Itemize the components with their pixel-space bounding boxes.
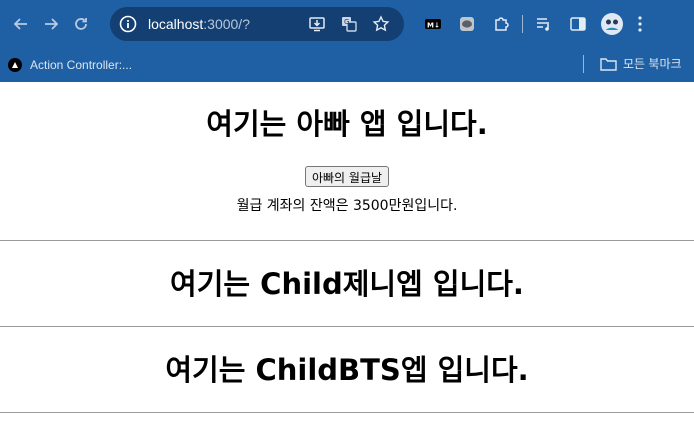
back-button[interactable] <box>6 9 36 39</box>
browser-menu-button[interactable] <box>629 9 651 39</box>
svg-text:G: G <box>344 18 349 26</box>
balance-text: 월급 계좌의 잔액은 3500만원입니다. <box>236 198 458 214</box>
bookmarks-separator <box>583 55 584 73</box>
child-jennie-title: 여기는 Child제니엡 입니다. <box>170 266 524 301</box>
profile-avatar-button[interactable] <box>595 9 629 39</box>
install-app-button[interactable] <box>304 11 330 37</box>
side-panel-icon <box>570 16 586 31</box>
parent-app-section: 여기는 아빠 앱 입니다. 아빠의 월급날 월급 계좌의 잔액은 3500만원입… <box>0 82 694 241</box>
parent-app-title: 여기는 아빠 앱 입니다. <box>206 107 488 141</box>
url-host: localhost <box>148 15 204 32</box>
all-bookmarks-label: 모든 북마크 <box>623 57 682 71</box>
playlist-icon <box>537 17 549 31</box>
translate-icon: G <box>342 16 357 32</box>
browser-chrome: localhost:3000/? G M↓ Action Controller:… <box>0 0 694 82</box>
reload-button[interactable] <box>66 9 96 39</box>
bookmark-label: Action Controller:... <box>30 57 133 72</box>
markdown-icon: M↓ <box>425 18 441 29</box>
chat-bubble-icon <box>460 16 474 31</box>
info-circle-icon <box>119 15 137 32</box>
markdown-extension-button[interactable]: M↓ <box>416 9 450 39</box>
app-root: 여기는 아빠 앱 입니다. 아빠의 월급날 월급 계좌의 잔액은 3500만원입… <box>0 82 694 413</box>
back-arrow-icon <box>13 17 27 30</box>
toolbar-separator <box>522 14 523 33</box>
reload-icon <box>75 17 87 30</box>
child-bts-section: 여기는 ChildBTS엡 입니다. <box>0 327 694 413</box>
star-icon <box>372 14 390 31</box>
install-desktop-icon <box>309 16 325 31</box>
browser-toolbar: localhost:3000/? G M↓ <box>0 0 694 47</box>
forward-button[interactable] <box>36 9 66 39</box>
puzzle-icon <box>495 16 509 31</box>
url-text[interactable]: localhost:3000/? <box>148 16 298 32</box>
url-path: :3000/? <box>203 15 250 32</box>
child-bts-title: 여기는 ChildBTS엡 입니다. <box>165 352 529 387</box>
reading-list-button[interactable] <box>527 9 561 39</box>
child-jennie-section: 여기는 Child제니엡 입니다. <box>0 241 694 327</box>
chat-extension-button[interactable] <box>450 9 484 39</box>
site-info-button[interactable] <box>118 14 138 34</box>
bookmark-star-button[interactable] <box>368 11 394 37</box>
address-bar[interactable]: localhost:3000/? G <box>110 6 404 41</box>
all-bookmarks-button[interactable]: 모든 북마크 <box>600 55 682 72</box>
svg-text:M↓: M↓ <box>427 21 440 29</box>
extensions-button[interactable] <box>484 9 518 39</box>
translate-button[interactable]: G <box>336 11 362 37</box>
side-panel-button[interactable] <box>561 9 595 39</box>
bookmark-favicon-icon <box>8 57 22 72</box>
more-vertical-icon <box>638 15 642 32</box>
bookmarks-bar: Action Controller:... 모든 북마크 <box>0 47 694 82</box>
salary-day-button[interactable]: 아빠의 월급날 <box>304 166 390 187</box>
bookmark-action-controller[interactable]: Action Controller:... <box>8 57 133 72</box>
forward-arrow-icon <box>45 17 59 30</box>
folder-icon <box>600 57 617 71</box>
avatar-icon <box>601 12 623 35</box>
